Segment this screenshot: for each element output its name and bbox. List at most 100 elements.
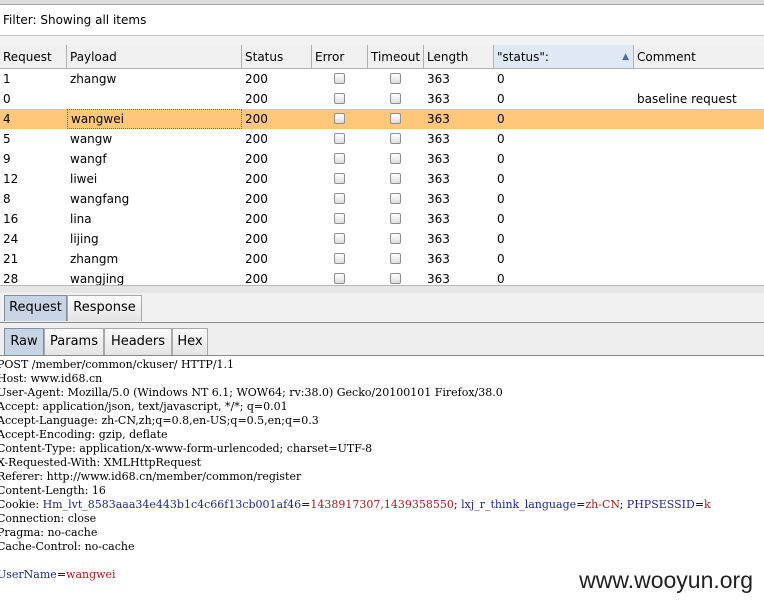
cell-length: 363 [427,212,450,226]
table-row[interactable]: 9 wangf 200 363 0 [0,149,764,169]
cell-request: 28 [3,272,19,285]
cell-status: 200 [245,252,268,266]
table-row[interactable]: 0 200 363 0 baseline request [0,89,764,109]
cell-payload: zhangw [70,72,117,86]
header-x-requested-with: X-Requested-With: XMLHttpRequest [0,456,202,469]
column-header-payload[interactable]: Payload [67,45,242,69]
column-header-error[interactable]: Error [312,45,368,69]
checkbox[interactable] [334,233,345,244]
checkbox[interactable] [390,193,401,204]
checkbox[interactable] [334,133,345,144]
cell-status: 200 [245,112,268,126]
cell-comment [634,169,764,189]
tab-params[interactable]: Params [44,328,104,355]
cell-comment [634,229,764,249]
checkbox[interactable] [334,253,345,264]
cell-status: 200 [245,132,268,146]
checkbox[interactable] [334,193,345,204]
request-line: POST /member/common/ckuser/ HTTP/1.1 [0,358,235,371]
table-row[interactable]: 12 liwei 200 363 0 [0,169,764,189]
column-header-comment[interactable]: Comment [634,45,764,69]
cell-request: 12 [3,172,19,186]
tab-response[interactable]: Response [67,295,142,321]
checkbox[interactable] [334,153,345,164]
checkbox[interactable] [390,133,401,144]
cell-error [312,109,368,129]
checkbox[interactable] [390,113,401,124]
cell-length: 363 [427,92,450,106]
checkbox[interactable] [390,233,401,244]
cell-grep-status: 0 [497,212,505,226]
cell-error [312,149,368,169]
column-header-grep-label: "status": [497,50,549,64]
cell-comment: baseline request [637,92,737,106]
cell-comment [634,149,764,169]
cell-timeout [368,69,424,89]
tab-headers[interactable]: Headers [104,328,172,355]
checkbox[interactable] [334,213,345,224]
cell-length: 363 [427,132,450,146]
header-accept: Accept: application/json, text/javascrip… [0,400,288,413]
table-row[interactable]: 8 wangfang 200 363 0 [0,189,764,209]
cell-timeout [368,109,424,129]
cell-comment [634,189,764,209]
cell-comment [634,109,764,129]
cell-error [312,169,368,189]
column-header-timeout[interactable]: Timeout [368,45,424,69]
cell-payload: zhangm [70,252,119,266]
tab-request[interactable]: Request [4,295,67,321]
checkbox[interactable] [334,273,345,284]
column-header-length[interactable]: Length [424,45,494,69]
table-row[interactable]: 28 wangjing 200 363 0 [0,269,764,285]
checkbox[interactable] [334,73,345,84]
checkbox[interactable] [390,253,401,264]
cell-timeout [368,189,424,209]
header-accept-language: Accept-Language: zh-CN,zh;q=0.8,en-US;q=… [0,414,319,427]
checkbox[interactable] [390,93,401,104]
cell-grep-status: 0 [497,92,505,106]
detail-tabs: Request Response [0,293,764,323]
cell-payload: liwei [70,172,98,186]
cell-timeout [368,249,424,269]
table-row[interactable]: 5 wangw 200 363 0 [0,129,764,149]
cell-comment [634,69,764,89]
sort-ascending-icon: ▲ [622,52,629,62]
raw-request-text[interactable]: POST /member/common/ckuser/ HTTP/1.1 Hos… [0,358,711,582]
table-row[interactable]: 4 wangwei 200 363 0 [0,109,764,129]
column-header-request[interactable]: Request [0,45,67,69]
filter-bar[interactable]: Filter: Showing all items [0,5,764,36]
checkbox[interactable] [390,213,401,224]
cell-timeout [368,269,424,285]
checkbox[interactable] [390,273,401,284]
checkbox[interactable] [390,73,401,84]
header-host: Host: www.id68.cn [0,372,103,385]
checkbox[interactable] [334,173,345,184]
cell-grep-status: 0 [497,232,505,246]
cell-grep-status: 0 [497,112,505,126]
cell-request: 1 [3,72,11,86]
tab-raw[interactable]: Raw [4,328,44,355]
header-user-agent: User-Agent: Mozilla/5.0 (Windows NT 6.1;… [0,386,503,399]
watermark: www.wooyun.org [577,567,755,594]
table-row[interactable]: 16 lina 200 363 0 [0,209,764,229]
column-header-status[interactable]: Status [242,45,312,69]
cell-grep-status: 0 [497,172,505,186]
cookie-name: Hm_lvt_8583aaa34e443b1c4c66f13cb001af46 [42,498,302,511]
cell-payload [67,89,242,109]
cell-error [312,249,368,269]
cell-timeout [368,169,424,189]
cell-payload: wangwei [67,109,242,129]
checkbox[interactable] [390,173,401,184]
cookie-value: zh-CN [585,498,620,511]
table-row[interactable]: 1 zhangw 200 363 0 [0,69,764,89]
cell-status: 200 [245,272,268,285]
checkbox[interactable] [334,93,345,104]
tab-hex[interactable]: Hex [172,328,208,355]
cell-length: 363 [427,172,450,186]
column-header-grep-status[interactable]: "status": ▲ [494,45,634,69]
cell-error [312,229,368,249]
checkbox[interactable] [334,113,345,124]
table-row[interactable]: 24 lijing 200 363 0 [0,229,764,249]
table-row[interactable]: 21 zhangm 200 363 0 [0,249,764,269]
checkbox[interactable] [390,153,401,164]
